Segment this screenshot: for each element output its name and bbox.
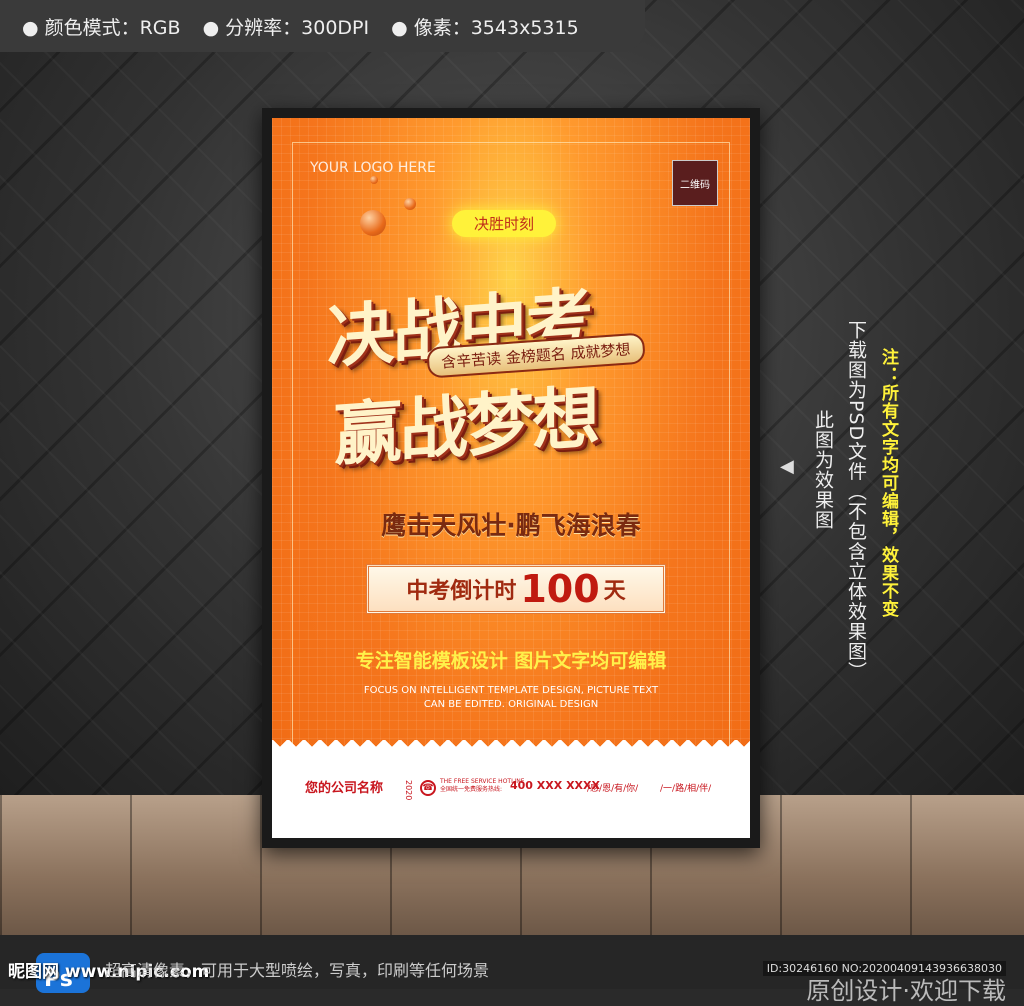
poster-border: [292, 142, 730, 828]
orange-ball: [404, 198, 416, 210]
bottom-description: 超高清像素，可用于大型喷绘，写真，印刷等任何场景: [105, 961, 490, 980]
qr-code: 二维码: [672, 160, 718, 206]
arrow-left-icon: ◀: [780, 456, 794, 477]
image-id: ID:30246160 NO:20200409143936638030: [762, 961, 1006, 976]
spec-bar: 颜色模式：RGB 分辨率：300DPI 像素：3543x5315: [0, 0, 645, 52]
bottom-bar: Ps 昵图网 www.nipic.com 超高清像素，可用于大型喷绘，写真，印刷…: [0, 935, 1024, 1005]
countdown-box: 中考倒计时 100 天: [366, 564, 666, 614]
poster-footer: 您的公司名称 2020 ☎ THE FREE SERVICE HOTLINE 全国…: [272, 748, 750, 838]
tag-label: 决胜时刻: [452, 210, 557, 237]
orange-ball: [360, 210, 386, 236]
countdown-suffix: 天: [603, 579, 626, 604]
poster: YOUR LOGO HERE 二维码 决胜时刻 决战中考 赢战梦想 含辛苦读 金…: [272, 118, 750, 838]
spec-color-mode: 颜色模式：RGB: [22, 13, 181, 40]
spec-resolution: 分辨率：300DPI: [203, 13, 369, 40]
effect-note: 此图为效果图: [812, 410, 834, 530]
motto-2: /一/路/相/伴/: [660, 784, 712, 794]
spec-pixels: 像素：3543x5315: [391, 13, 579, 40]
psd-note: 下载图为PSD文件（不包含立体效果图）: [845, 320, 867, 682]
motto-1: /感/恩/有/你/: [587, 784, 639, 794]
description: 专注智能模板设计 图片文字均可编辑: [355, 650, 667, 672]
countdown-prefix: 中考倒计时: [406, 579, 517, 604]
logo-placeholder: YOUR LOGO HERE: [310, 160, 436, 176]
phone-icon: ☎: [420, 780, 436, 796]
countdown-number: 100: [520, 567, 600, 611]
edit-note: 注：所有文字均可编辑，效果不变: [878, 348, 898, 618]
subtitle: 鹰击天风壮·鹏飞海浪春: [381, 511, 641, 540]
poster-frame: YOUR LOGO HERE 二维码 决胜时刻 决战中考 赢战梦想 含辛苦读 金…: [262, 108, 760, 848]
english-description: FOCUS ON INTELLIGENT TEMPLATE DESIGN, PI…: [363, 685, 659, 710]
orange-ball: [370, 176, 378, 184]
year: 2020: [404, 779, 413, 800]
company-name: 您的公司名称: [305, 781, 384, 796]
